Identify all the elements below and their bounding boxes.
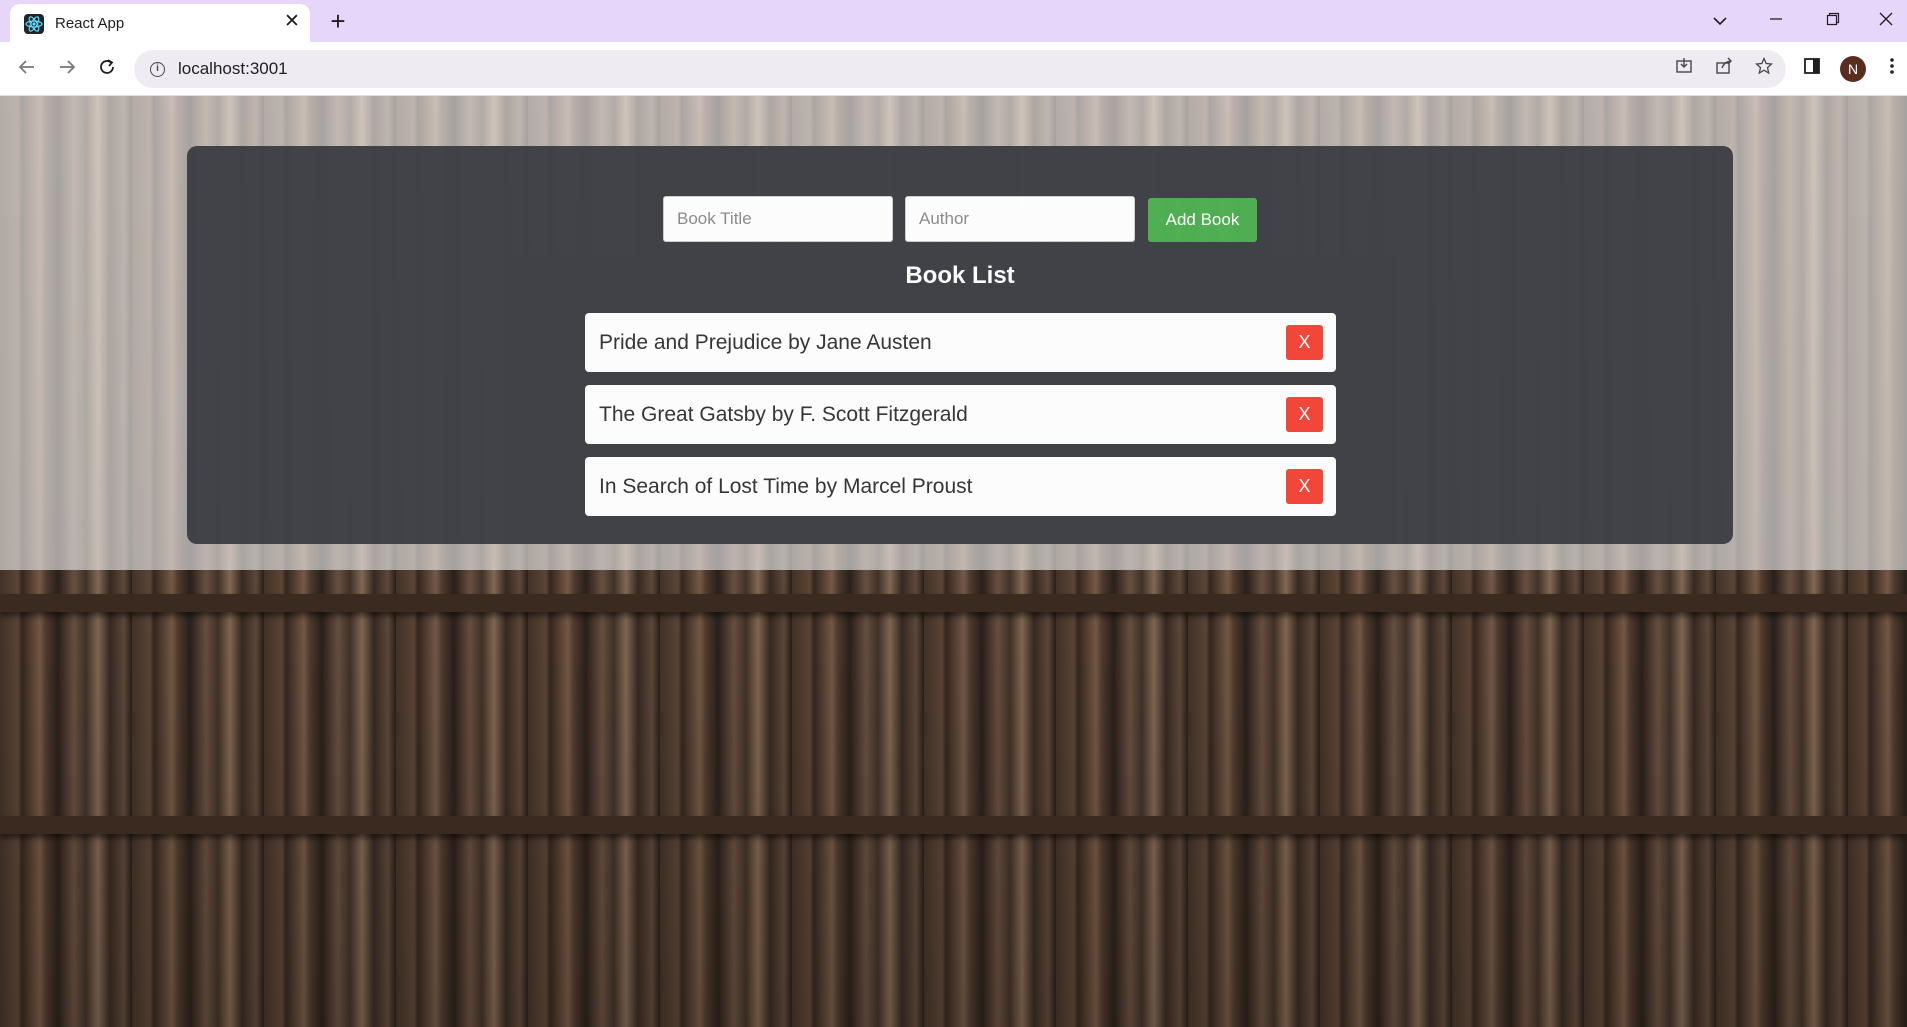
react-favicon-icon bbox=[24, 14, 44, 34]
menu-dots-icon[interactable] bbox=[1877, 54, 1907, 84]
bookmark-star-icon[interactable] bbox=[1752, 56, 1776, 81]
list-item: In Search of Lost Time by Marcel Proust … bbox=[585, 457, 1336, 516]
delete-book-button[interactable]: X bbox=[1286, 397, 1323, 432]
back-icon[interactable] bbox=[12, 54, 42, 84]
book-entry-text: The Great Gatsby by F. Scott Fitzgerald bbox=[599, 403, 968, 426]
book-app-container: Add Book Book List Pride and Prejudice b… bbox=[187, 146, 1733, 544]
delete-book-button[interactable]: X bbox=[1286, 325, 1323, 360]
book-list-heading: Book List bbox=[905, 262, 1015, 289]
url-text[interactable]: localhost:3001 bbox=[178, 59, 288, 79]
list-item: The Great Gatsby by F. Scott Fitzgerald … bbox=[585, 385, 1336, 444]
book-entry-text: In Search of Lost Time by Marcel Proust bbox=[599, 475, 973, 498]
book-list: Pride and Prejudice by Jane Austen X The… bbox=[585, 313, 1336, 529]
profile-avatar[interactable]: N bbox=[1840, 56, 1866, 82]
add-book-form: Add Book bbox=[187, 196, 1733, 242]
browser-toolbar: i localhost:3001 N bbox=[0, 42, 1907, 96]
share-icon[interactable] bbox=[1712, 57, 1736, 81]
add-book-button[interactable]: Add Book bbox=[1148, 198, 1257, 242]
side-panel-icon[interactable] bbox=[1797, 54, 1827, 84]
tab-react-app[interactable]: React App ✕ bbox=[10, 4, 310, 42]
tab-title: React App bbox=[55, 15, 125, 32]
tab-close-icon[interactable]: ✕ bbox=[280, 10, 304, 34]
list-item: Pride and Prejudice by Jane Austen X bbox=[585, 313, 1336, 372]
minimize-icon[interactable] bbox=[1756, 2, 1796, 38]
close-window-icon[interactable] bbox=[1866, 2, 1906, 38]
info-icon[interactable]: i bbox=[150, 62, 165, 77]
reload-icon[interactable] bbox=[92, 54, 122, 84]
author-input[interactable] bbox=[905, 196, 1135, 242]
page-viewport: Add Book Book List Pride and Prejudice b… bbox=[0, 96, 1907, 1027]
forward-icon[interactable] bbox=[52, 54, 82, 84]
address-bar[interactable]: i localhost:3001 bbox=[134, 50, 1786, 88]
restore-icon[interactable] bbox=[1813, 2, 1853, 38]
install-icon[interactable] bbox=[1672, 57, 1696, 81]
new-tab-icon[interactable]: + bbox=[324, 7, 352, 35]
delete-book-button[interactable]: X bbox=[1286, 469, 1323, 504]
tab-strip: React App ✕ + bbox=[0, 0, 1907, 42]
bookshelf-background bbox=[0, 594, 1907, 612]
bookshelf-background bbox=[0, 816, 1907, 834]
tab-search-icon[interactable] bbox=[1700, 2, 1740, 38]
book-entry-text: Pride and Prejudice by Jane Austen bbox=[599, 331, 932, 354]
book-title-input[interactable] bbox=[663, 196, 893, 242]
